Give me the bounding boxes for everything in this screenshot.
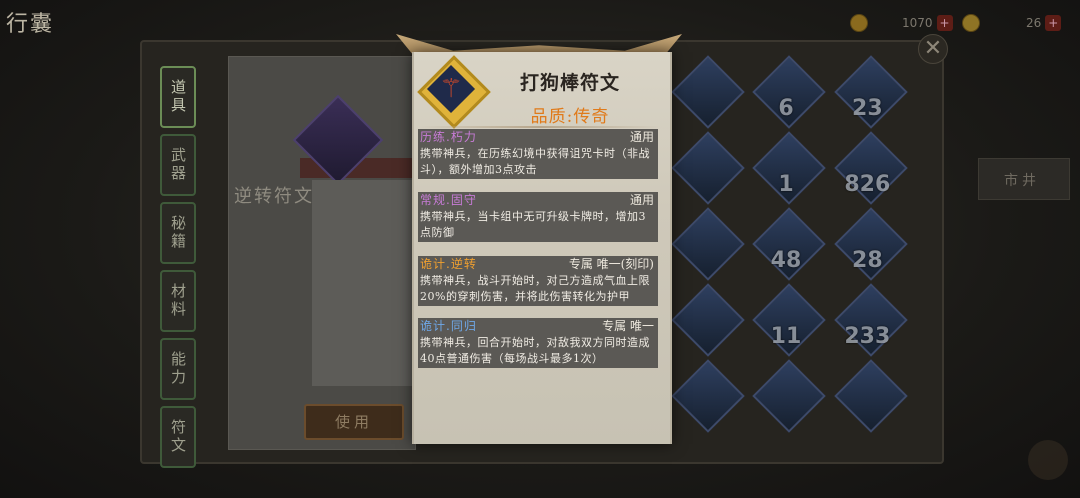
gold-resource: 1070 + bbox=[850, 14, 953, 32]
tab-items[interactable]: 道具 bbox=[160, 66, 196, 128]
page-title: 行囊 bbox=[6, 12, 55, 37]
item-count: 11 bbox=[770, 324, 802, 349]
market-label: 市井 bbox=[1004, 173, 1040, 189]
effect-block: 诡计.逆转 专属 唯一(刻印) 携带神兵，战斗开始时，对己方造成气血上限20%的… bbox=[418, 256, 658, 306]
item-icon bbox=[671, 55, 745, 129]
effect-block: 诡计.同归 专属 唯一 携带神兵，回合开始时，对敌我双方同时造成40点普通伤害（… bbox=[418, 318, 658, 368]
gold-coin-icon bbox=[850, 14, 868, 32]
rune-name: 打狗棒符文 bbox=[519, 72, 620, 94]
divider bbox=[418, 126, 662, 128]
effect-title: 诡计.同归 bbox=[420, 319, 477, 333]
effect-description: 携带神兵，战斗开始时，对己方造成气血上限20%的穿刺伤害，并将此伤害转化为护甲 bbox=[418, 273, 658, 306]
tab-abilities[interactable]: 能力 bbox=[160, 338, 196, 400]
effect-title: 常规.固守 bbox=[420, 193, 477, 207]
item-icon bbox=[752, 359, 827, 433]
item-description-box bbox=[312, 180, 414, 386]
inventory-slot[interactable]: 48 bbox=[745, 207, 827, 288]
inventory-slot[interactable]: 28 bbox=[827, 207, 908, 288]
inventory-slot[interactable] bbox=[664, 207, 745, 288]
effect-tag: 通用 bbox=[629, 130, 654, 144]
inventory-slot[interactable]: 1 bbox=[745, 131, 827, 212]
close-button[interactable]: ✕ bbox=[918, 34, 948, 64]
tab-runes[interactable]: 符文 bbox=[160, 406, 196, 468]
inventory-slot[interactable] bbox=[664, 283, 745, 364]
effect-description: 携带神兵，当卡组中无可升级卡牌时，增加3点防御 bbox=[418, 209, 658, 242]
selected-item-name: 逆转符文 bbox=[234, 186, 314, 207]
tab-materials[interactable]: 材料 bbox=[160, 270, 196, 332]
add-ingot-button[interactable]: + bbox=[1045, 15, 1062, 31]
effect-block: 历练.朽力 通用 携带神兵，在历练幻境中获得诅咒卡时（非战斗），额外增加3点攻击 bbox=[418, 129, 658, 179]
item-icon bbox=[671, 359, 745, 433]
item-count: 826 bbox=[844, 172, 891, 197]
effect-header: 诡计.同归 专属 唯一 bbox=[418, 318, 658, 335]
inventory-slot[interactable]: 233 bbox=[827, 283, 908, 364]
inventory-slot[interactable]: 23 bbox=[827, 55, 908, 136]
ingot-value: 26 bbox=[1026, 16, 1042, 30]
effect-tag: 专属 唯一(刻印) bbox=[568, 257, 654, 271]
ingot-resource: 26 + bbox=[962, 14, 1062, 32]
effect-description: 携带神兵，在历练幻境中获得诅咒卡时（非战斗），额外增加3点攻击 bbox=[418, 146, 658, 179]
item-count: 233 bbox=[844, 324, 891, 349]
item-count: 48 bbox=[770, 248, 802, 273]
add-gold-button[interactable]: + bbox=[936, 15, 953, 31]
item-icon bbox=[671, 283, 745, 357]
effect-tag: 通用 bbox=[629, 193, 654, 207]
effect-header: 历练.朽力 通用 bbox=[418, 129, 658, 146]
item-count: 23 bbox=[852, 96, 883, 121]
item-count: 1 bbox=[778, 172, 794, 197]
ingot-icon bbox=[962, 14, 980, 32]
effect-title: 诡计.逆转 bbox=[420, 257, 477, 271]
use-button[interactable]: 使用 bbox=[304, 404, 404, 440]
category-tabs: 道具 武器 秘籍 材料 能力 符文 bbox=[160, 66, 196, 474]
inventory-slot[interactable]: 826 bbox=[827, 131, 908, 212]
effect-description: 携带神兵，回合开始时，对敌我双方同时造成40点普通伤害（每场战斗最多1次） bbox=[418, 335, 658, 368]
inventory-slot[interactable]: 11 bbox=[745, 283, 827, 364]
gold-value: 1070 bbox=[902, 16, 933, 30]
tab-weapons[interactable]: 武器 bbox=[160, 134, 196, 196]
tab-manuals[interactable]: 秘籍 bbox=[160, 202, 196, 264]
inventory-slot[interactable] bbox=[827, 359, 908, 440]
inventory-slot[interactable] bbox=[664, 131, 745, 212]
item-icon bbox=[833, 359, 908, 433]
item-icon bbox=[671, 207, 745, 281]
dog-staff-icon: ⚚ bbox=[439, 74, 463, 104]
effect-header: 常规.固守 通用 bbox=[418, 192, 658, 209]
effect-header: 诡计.逆转 专属 唯一(刻印) bbox=[418, 256, 658, 273]
inventory-slot[interactable] bbox=[664, 55, 745, 136]
item-count: 28 bbox=[852, 248, 883, 273]
rune-quality: 品质:传奇 bbox=[530, 107, 610, 127]
effect-tag: 专属 唯一 bbox=[602, 319, 654, 333]
item-count: 6 bbox=[778, 96, 794, 121]
inventory-slot[interactable] bbox=[664, 359, 745, 440]
inventory-slot[interactable]: 6 bbox=[745, 55, 827, 136]
item-icon bbox=[671, 131, 745, 205]
item-grid: 6 23 1 826 48 28 11 233 bbox=[664, 55, 908, 450]
decoration bbox=[1028, 440, 1068, 480]
effect-title: 历练.朽力 bbox=[420, 130, 477, 144]
inventory-slot[interactable] bbox=[745, 359, 827, 440]
effect-block: 常规.固守 通用 携带神兵，当卡组中无可升级卡牌时，增加3点防御 bbox=[418, 192, 658, 242]
